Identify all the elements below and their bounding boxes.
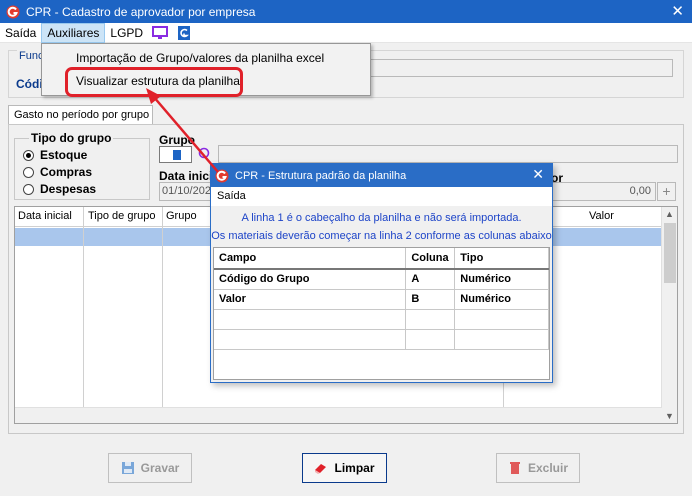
trash-icon bbox=[509, 462, 520, 474]
add-button[interactable]: + bbox=[657, 182, 676, 201]
valor-input[interactable]: 0,00 bbox=[548, 182, 656, 201]
monitor-icon[interactable] bbox=[152, 25, 169, 40]
tab-gasto-periodo[interactable]: Gasto no período por grupo bbox=[8, 105, 153, 125]
radio-dot[interactable] bbox=[23, 183, 34, 195]
radio-dot-selected[interactable] bbox=[23, 149, 34, 161]
cell-coluna: A bbox=[405, 269, 456, 290]
scroll-up-icon[interactable]: ▲ bbox=[665, 209, 674, 219]
annotation-highlight bbox=[65, 67, 243, 97]
cell-campo: Valor bbox=[214, 289, 407, 310]
app-logo-icon bbox=[6, 5, 20, 18]
menu-item-importacao[interactable]: Importação de Grupo/valores da planilha … bbox=[76, 51, 324, 65]
limpar-label: Limpar bbox=[334, 461, 375, 475]
codigo-label: Códi bbox=[16, 77, 43, 91]
col-divider bbox=[83, 207, 84, 407]
window-titlebar: CPR - Cadastro de aprovador por empresa … bbox=[0, 0, 692, 23]
col-valor[interactable]: Valor bbox=[589, 210, 614, 222]
radio-estoque[interactable]: Estoque bbox=[23, 148, 87, 162]
col-divider bbox=[162, 207, 163, 407]
dialog-titlebar: CPR - Estrutura padrão da planilha ✕ bbox=[211, 164, 552, 187]
col-grupo[interactable]: Grupo bbox=[166, 210, 197, 222]
estrutura-grid[interactable]: Campo Coluna Tipo Código do Grupo A Numé… bbox=[213, 247, 550, 380]
col-data-inicial[interactable]: Data inicial bbox=[18, 210, 72, 222]
table-row[interactable]: Valor B Numérico bbox=[214, 289, 549, 310]
radio-despesas-label: Despesas bbox=[40, 182, 97, 196]
grupo-code-input[interactable] bbox=[159, 146, 192, 163]
grupo-description-field bbox=[218, 145, 678, 163]
dialog-close-button[interactable]: ✕ bbox=[532, 167, 544, 183]
app-g-icon[interactable] bbox=[176, 25, 192, 40]
header-coluna: Coluna bbox=[405, 248, 456, 270]
header-tipo: Tipo bbox=[454, 248, 549, 270]
window-close-button[interactable]: ✕ bbox=[671, 2, 684, 20]
tipo-grupo-group: Tipo do grupo Estoque Compras Despesas bbox=[14, 131, 150, 200]
data-inicial-label: Data inici bbox=[159, 169, 213, 183]
dialog-menu-saida[interactable]: Saída bbox=[211, 187, 552, 206]
window-title: CPR - Cadastro de aprovador por empresa bbox=[26, 4, 256, 19]
excluir-label: Excluir bbox=[527, 461, 569, 475]
gravar-button[interactable]: Gravar bbox=[108, 453, 192, 483]
radio-compras[interactable]: Compras bbox=[23, 165, 92, 179]
radio-estoque-label: Estoque bbox=[40, 148, 88, 162]
cell-tipo: Numérico bbox=[454, 269, 549, 290]
funcionario-name-field[interactable] bbox=[329, 59, 673, 77]
excluir-button[interactable]: Excluir bbox=[496, 453, 580, 483]
table-row[interactable]: Código do Grupo A Numérico bbox=[214, 269, 549, 290]
menu-saida[interactable]: Saída bbox=[0, 23, 41, 43]
dialog-title: CPR - Estrutura padrão da planilha bbox=[235, 169, 407, 182]
limpar-button[interactable]: Limpar bbox=[302, 453, 387, 483]
eraser-icon bbox=[315, 464, 327, 474]
tipo-grupo-legend: Tipo do grupo bbox=[29, 131, 114, 145]
dialog-message-1: A linha 1 é o cabeçalho da planilha e nã… bbox=[241, 212, 522, 224]
table-row[interactable] bbox=[214, 309, 549, 330]
menu-lgpd[interactable]: LGPD bbox=[105, 23, 148, 43]
estrutura-table: Campo Coluna Tipo Código do Grupo A Numé… bbox=[214, 248, 549, 350]
scroll-down-icon[interactable]: ▼ bbox=[665, 411, 674, 421]
dialog-message-2: Os materiais deverão começar na linha 2 … bbox=[211, 230, 552, 242]
text-cursor bbox=[173, 150, 181, 160]
search-icon[interactable] bbox=[198, 147, 212, 161]
cell-campo: Código do Grupo bbox=[214, 269, 407, 290]
table-row[interactable] bbox=[214, 329, 549, 350]
gravar-label: Gravar bbox=[140, 461, 180, 475]
radio-dot[interactable] bbox=[23, 166, 34, 178]
radio-despesas[interactable]: Despesas bbox=[23, 182, 96, 196]
app-logo-icon bbox=[215, 169, 229, 182]
radio-compras-label: Compras bbox=[40, 165, 93, 179]
horizontal-scrollbar[interactable] bbox=[15, 407, 662, 423]
scroll-thumb[interactable] bbox=[664, 223, 676, 283]
save-icon bbox=[121, 462, 134, 474]
menu-auxiliares[interactable]: Auxiliares bbox=[41, 22, 106, 43]
table-header-row: Campo Coluna Tipo bbox=[214, 248, 549, 270]
data-inicial-input[interactable]: 01/10/202 bbox=[159, 182, 215, 201]
grupo-label: Grupo bbox=[159, 133, 195, 147]
vertical-scrollbar[interactable]: ▲ ▼ bbox=[661, 207, 677, 423]
cell-coluna: B bbox=[405, 289, 456, 310]
menu-bar: Saída Auxiliares LGPD bbox=[0, 22, 692, 43]
estrutura-dialog: CPR - Estrutura padrão da planilha ✕ Saí… bbox=[210, 163, 553, 383]
cell-tipo: Numérico bbox=[454, 289, 549, 310]
col-tipo-grupo[interactable]: Tipo de grupo bbox=[88, 210, 155, 222]
header-campo: Campo bbox=[214, 248, 407, 270]
